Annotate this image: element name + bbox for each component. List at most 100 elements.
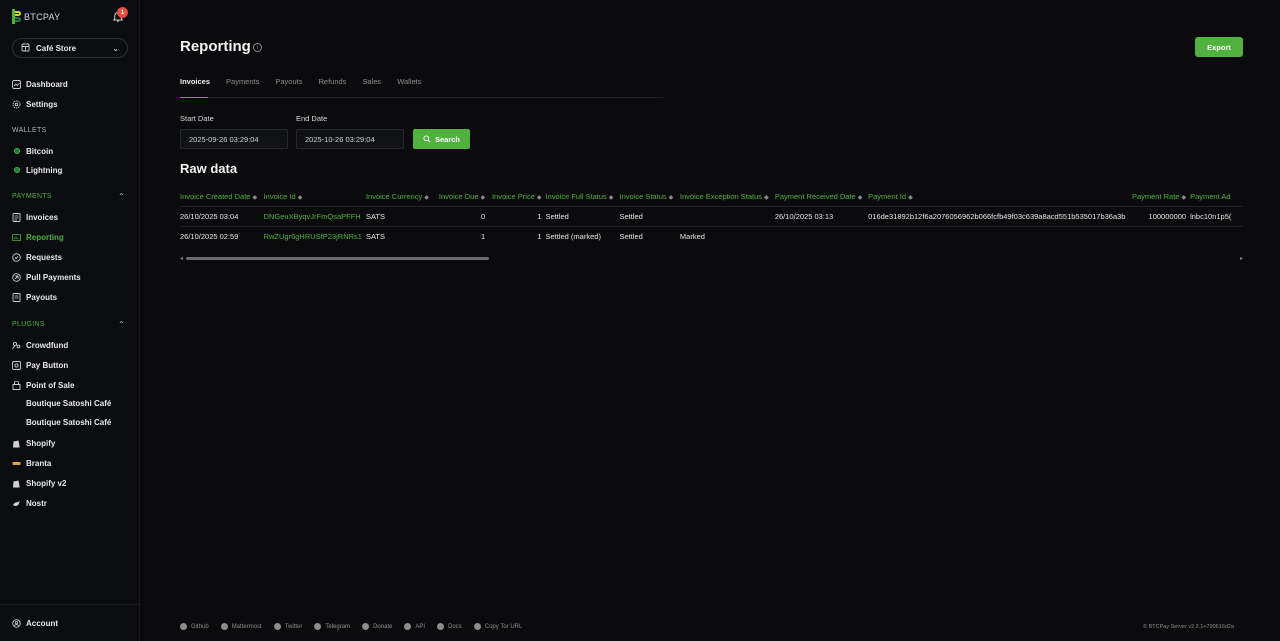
nav-invoices-label: Invoices (26, 212, 59, 222)
nav-bitcoin-label: Bitcoin (26, 146, 54, 156)
col-invoice-price[interactable]: Invoice Price ◆ (489, 188, 545, 206)
scroll-right-arrow-icon[interactable]: ▸ (1240, 255, 1243, 262)
export-button[interactable]: Export (1195, 37, 1243, 57)
cell-payment-rate: 100000000 (1129, 205, 1191, 226)
twitter-icon (273, 623, 281, 630)
nav-pay-button[interactable]: Pay Button (12, 359, 68, 371)
footer-link-telegram[interactable]: Telegram (314, 623, 350, 630)
mattermost-icon (220, 623, 228, 630)
footer-link-github[interactable]: Github (180, 623, 209, 630)
sort-icon: ◆ (857, 195, 863, 202)
nostr-icon (12, 499, 21, 508)
notification-badge: 1 (117, 7, 128, 18)
col-payment-rate[interactable]: Payment Rate ◆ (1129, 188, 1190, 206)
nav-requests[interactable]: Requests (12, 251, 62, 263)
nav-shopify[interactable]: Shopify (12, 437, 55, 449)
nav-point-of-sale[interactable]: Point of Sale (12, 379, 74, 391)
btcpay-logo[interactable]: BTCPAY (12, 9, 60, 24)
telegram-icon (314, 623, 322, 630)
cell-exception-status: Marked (679, 225, 775, 246)
raw-data-title: Raw data (180, 161, 238, 176)
footer-link-docs[interactable]: Docs (437, 623, 462, 630)
scrollbar-thumb[interactable] (186, 257, 489, 260)
active-tab-indicator (180, 97, 208, 98)
nav-reporting[interactable]: Reporting (12, 231, 64, 243)
pull-payments-icon (12, 272, 21, 282)
search-icon (423, 135, 431, 143)
col-payment-id[interactable]: Payment Id ◆ (868, 188, 1129, 206)
nav-payouts[interactable]: Payouts (12, 291, 57, 303)
col-invoice-created-date[interactable]: Invoice Created Date ◆ (180, 188, 264, 206)
nav-crowdfund[interactable]: Crowdfund (12, 339, 68, 351)
lightning-status-dot-icon (12, 166, 21, 175)
nav-invoices[interactable]: Invoices (12, 211, 58, 223)
tab-invoices[interactable]: Invoices (180, 77, 210, 86)
bitcoin-status-dot-icon (12, 147, 21, 156)
cell-status: Settled (619, 225, 680, 246)
nav-bitcoin[interactable]: Bitcoin (12, 145, 53, 157)
end-date-label: End Date (296, 114, 328, 123)
search-button[interactable]: Search (413, 129, 470, 149)
nav-lightning[interactable]: Lightning (12, 164, 62, 176)
plugins-section-header[interactable]: PLUGINS (12, 321, 45, 328)
sort-icon: ◆ (480, 195, 486, 202)
store-selector[interactable]: Café Store ⌄ (12, 38, 128, 58)
cell-payment-received-date (774, 225, 869, 246)
sort-icon: ◆ (297, 195, 303, 202)
sort-icon: ◆ (764, 195, 769, 202)
nav-pull-payments[interactable]: Pull Payments (12, 271, 81, 283)
col-invoice-id[interactable]: Invoice Id ◆ (264, 188, 366, 206)
footer-link-api[interactable]: API (404, 623, 425, 630)
footer-links: Github Mattermost Twitter Telegram Donat… (180, 623, 522, 630)
nav-dashboard-label: Dashboard (26, 79, 68, 89)
cell-invoice-id-link[interactable]: RwZUgr6gHRUSfP23jRNRs1 (263, 225, 366, 246)
payments-section-header[interactable]: PAYMENTS (12, 193, 52, 200)
cell-invoice-id-link[interactable]: DNGeuXByqvJrFmQsaPFFH (263, 205, 366, 226)
chevron-up-icon[interactable]: ⌃ (118, 192, 125, 201)
col-invoice-status[interactable]: Invoice Status ◆ (620, 188, 680, 206)
col-invoice-exception-status[interactable]: Invoice Exception Status ◆ (680, 188, 775, 206)
tab-wallets[interactable]: Wallets (397, 77, 421, 86)
report-tabs: Invoices Payments Payouts Refunds Sales … (180, 77, 438, 86)
table-row: 26/10/2025 03:04 DNGeuXByqvJrFmQsaPFFH S… (180, 205, 1243, 226)
col-invoice-due[interactable]: Invoice Due ◆ (436, 188, 489, 206)
cell-created-date: 26/10/2025 02:59 (180, 225, 264, 246)
tab-payments[interactable]: Payments (226, 77, 259, 86)
nav-branta[interactable]: Branta (12, 457, 51, 469)
nav-shopify-v2[interactable]: Shopify v2 (12, 477, 66, 489)
nav-nostr[interactable]: Nostr (12, 497, 47, 509)
footer-link-donate[interactable]: Donate (362, 623, 392, 630)
nav-pos-item-2[interactable]: Boutique Satoshi Café (26, 418, 111, 427)
cell-due: 1 (435, 225, 490, 246)
chevron-up-icon[interactable]: ⌃ (118, 320, 125, 329)
sort-icon: ◆ (536, 195, 542, 202)
start-date-input[interactable] (180, 129, 288, 149)
col-invoice-currency[interactable]: Invoice Currency ◆ (366, 188, 436, 206)
footer-link-copy-tor-url[interactable]: Copy Tor URL (473, 623, 522, 630)
end-date-input[interactable] (296, 129, 404, 149)
cell-created-date: 26/10/2025 03:04 (180, 205, 264, 226)
horizontal-scrollbar[interactable]: ◂ ▸ (180, 255, 1243, 262)
col-payment-address[interactable]: Payment Ad (1190, 188, 1243, 206)
footer-link-twitter[interactable]: Twitter (273, 623, 302, 630)
tab-sales[interactable]: Sales (362, 77, 381, 86)
scroll-left-arrow-icon[interactable]: ◂ (180, 255, 183, 262)
requests-icon (12, 252, 21, 262)
nav-account[interactable]: Account (12, 617, 58, 629)
nav-settings[interactable]: Settings (12, 98, 58, 110)
tab-refunds[interactable]: Refunds (318, 77, 346, 86)
store-icon (21, 43, 30, 54)
col-payment-received-date[interactable]: Payment Received Date ◆ (775, 188, 868, 206)
nav-pos-item-1[interactable]: Boutique Satoshi Café (26, 399, 111, 408)
footer-link-mattermost[interactable]: Mattermost (220, 623, 262, 630)
start-date-label: Start Date (180, 114, 214, 123)
tab-payouts[interactable]: Payouts (275, 77, 302, 86)
btcpay-logo-icon (12, 9, 21, 24)
nav-dashboard[interactable]: Dashboard (12, 78, 68, 90)
tabs-divider (180, 97, 663, 98)
info-icon[interactable]: i (253, 43, 262, 52)
point-of-sale-icon (12, 380, 21, 390)
api-icon (404, 623, 412, 630)
col-invoice-full-status[interactable]: Invoice Full Status ◆ (546, 188, 620, 206)
sidebar-divider (0, 604, 140, 605)
